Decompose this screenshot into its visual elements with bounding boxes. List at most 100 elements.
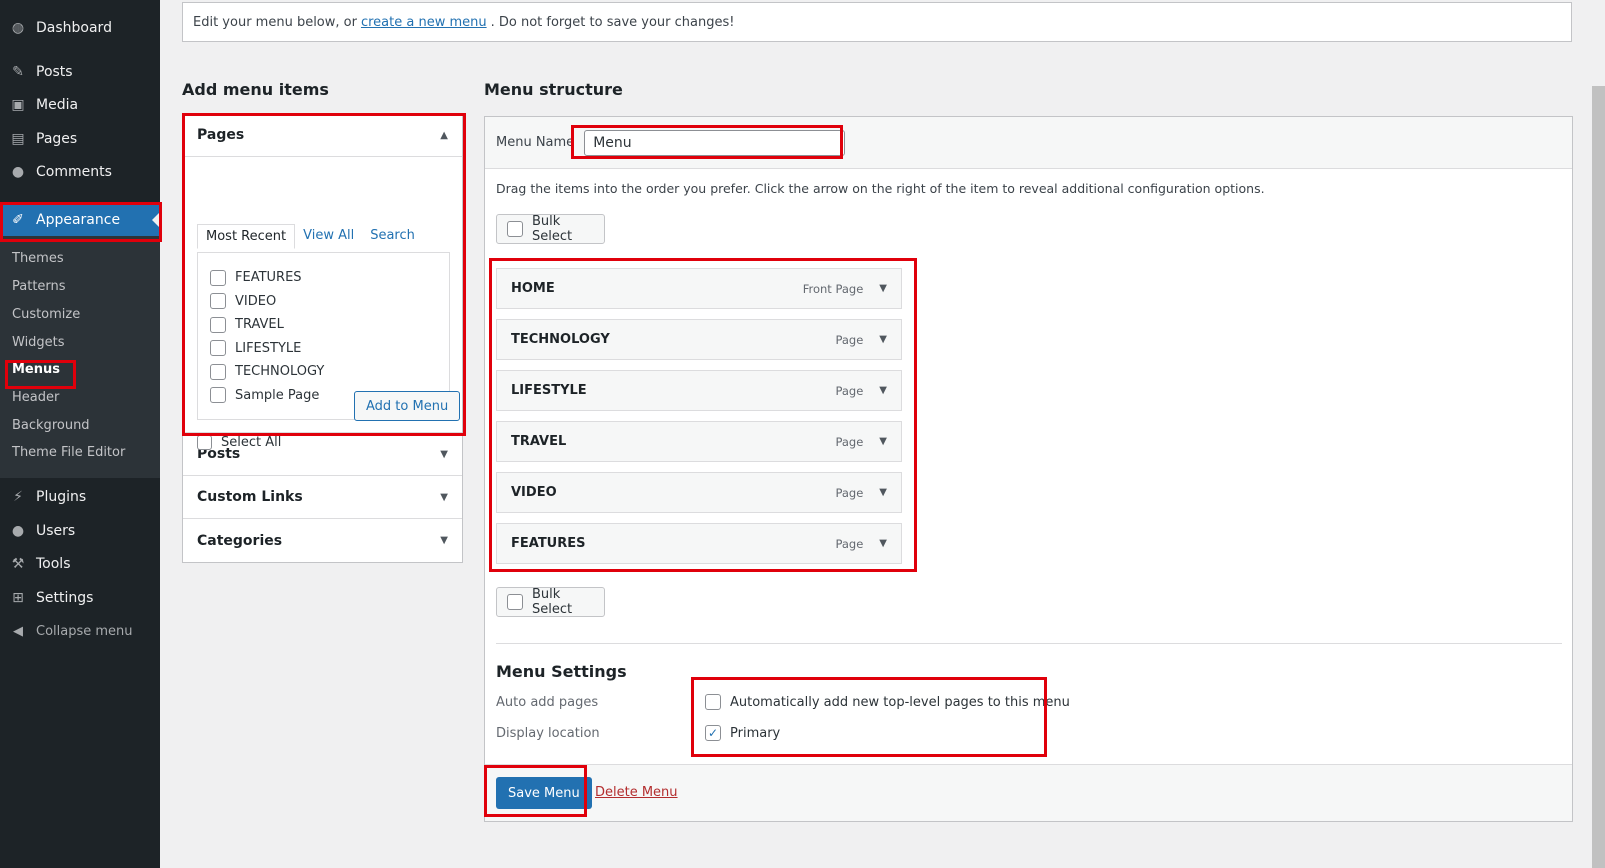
- delete-menu-link[interactable]: Delete Menu: [595, 785, 678, 800]
- checkbox[interactable]: [507, 594, 523, 610]
- submenu-background[interactable]: Background: [12, 416, 90, 436]
- save-menu-button[interactable]: Save Menu: [496, 777, 592, 809]
- sidebar-item-pages[interactable]: ▤ Pages: [0, 122, 160, 156]
- sidebar-item-appearance[interactable]: ✐ Appearance: [0, 203, 160, 237]
- menu-item-video[interactable]: VIDEO Page ▼: [496, 472, 902, 513]
- menu-item-travel[interactable]: TRAVEL Page ▼: [496, 421, 902, 462]
- collapse-menu-button[interactable]: ◀ Collapse menu: [0, 614, 160, 648]
- pages-section-header[interactable]: Pages ▲: [183, 114, 462, 157]
- sidebar-item-tools[interactable]: ⚒ Tools: [0, 547, 160, 581]
- tab-view-all[interactable]: View All: [295, 224, 362, 249]
- wrench-icon: ⚒: [11, 556, 25, 572]
- collapse-icon: ◀: [13, 623, 23, 639]
- bulk-select-button[interactable]: Bulk Select: [496, 587, 605, 617]
- sidebar-item-plugins[interactable]: ⚡ Plugins: [0, 480, 160, 514]
- menu-item-type: Page ▼: [835, 384, 887, 398]
- page-scrollbar[interactable]: [1592, 86, 1605, 868]
- checkmark-icon[interactable]: ✓: [705, 725, 721, 741]
- tab-search[interactable]: Search: [362, 224, 423, 249]
- arrow-down-icon[interactable]: ▼: [879, 334, 887, 345]
- menu-item-home[interactable]: HOME Front Page ▼: [496, 268, 902, 309]
- menu-item-lifestyle[interactable]: LIFESTYLE Page ▼: [496, 370, 902, 411]
- appearance-submenu: Themes Patterns Customize Widgets Menus …: [0, 236, 160, 478]
- add-menu-items-heading: Add menu items: [182, 80, 329, 99]
- arrow-down-icon[interactable]: ▼: [879, 538, 887, 549]
- sidebar-item-settings[interactable]: ⊞ Settings: [0, 581, 160, 615]
- menu-name-row: Menu Name Menu: [485, 117, 1572, 169]
- menu-item-type-label: Page: [835, 332, 864, 347]
- arrow-down-icon: ▼: [440, 535, 448, 546]
- sidebar-item-posts[interactable]: ✎ Posts: [0, 55, 160, 89]
- sidebar-item-media[interactable]: ▣ Media: [0, 88, 160, 122]
- list-item[interactable]: LIFESTYLE: [198, 337, 449, 361]
- menu-name-input[interactable]: Menu: [584, 129, 846, 156]
- submenu-menus[interactable]: Menus: [12, 360, 60, 380]
- page-label: TECHNOLOGY: [235, 364, 325, 380]
- menu-item-type-label: Page: [835, 536, 864, 551]
- add-to-menu-button[interactable]: Add to Menu: [354, 391, 461, 421]
- submenu-patterns[interactable]: Patterns: [12, 277, 66, 297]
- dashboard-icon: ◍: [11, 20, 25, 36]
- sidebar-item-label: Tools: [36, 556, 71, 572]
- list-item[interactable]: TECHNOLOGY: [198, 360, 449, 384]
- list-item[interactable]: TRAVEL: [198, 313, 449, 337]
- menu-structure-panel: Menu Name Menu Drag the items into the o…: [484, 116, 1573, 822]
- menu-item-title: FEATURES: [511, 536, 586, 551]
- auto-add-label: Auto add pages: [496, 695, 599, 710]
- checkbox[interactable]: [197, 435, 212, 450]
- checkbox[interactable]: [210, 293, 226, 310]
- list-item[interactable]: FEATURES: [198, 266, 449, 290]
- page-label: VIDEO: [235, 293, 277, 309]
- arrow-down-icon[interactable]: ▼: [879, 283, 887, 294]
- arrow-up-icon: ▲: [440, 129, 448, 141]
- select-all-checkbox[interactable]: Select All: [197, 435, 281, 450]
- menu-item-title: TRAVEL: [511, 434, 567, 449]
- tab-most-recent[interactable]: Most Recent: [197, 224, 296, 249]
- page-label: FEATURES: [235, 270, 302, 286]
- sidebar-item-label: Dashboard: [36, 20, 112, 36]
- categories-section-header[interactable]: Categories ▼: [183, 519, 462, 562]
- auto-add-option[interactable]: Automatically add new top-level pages to…: [705, 694, 1070, 710]
- sidebar-item-label: Plugins: [36, 489, 87, 505]
- submenu-header[interactable]: Header: [12, 388, 59, 408]
- menu-footer: Save Menu Delete Menu: [485, 764, 1572, 821]
- checkbox[interactable]: [507, 221, 523, 237]
- submenu-customize[interactable]: Customize: [12, 305, 80, 325]
- checkbox[interactable]: [210, 387, 226, 404]
- arrow-down-icon: ▼: [440, 448, 448, 460]
- create-new-menu-link[interactable]: create a new menu: [361, 15, 487, 30]
- sidebar-item-comments[interactable]: ● Comments: [0, 155, 160, 189]
- edit-menu-notice: Edit your menu below, or create a new me…: [182, 2, 1572, 42]
- submenu-themes[interactable]: Themes: [12, 249, 64, 269]
- submenu-widgets[interactable]: Widgets: [12, 333, 65, 353]
- menu-item-title: TECHNOLOGY: [511, 332, 610, 347]
- checkbox[interactable]: [210, 363, 226, 380]
- sidebar-item-users[interactable]: ● Users: [0, 514, 160, 548]
- location-primary-option[interactable]: ✓ Primary: [705, 725, 780, 741]
- bulk-select-button[interactable]: Bulk Select: [496, 214, 605, 244]
- bulk-select-label: Bulk Select: [532, 587, 573, 617]
- checkbox[interactable]: [210, 340, 226, 357]
- menu-item-features[interactable]: FEATURES Page ▼: [496, 523, 902, 564]
- checkbox[interactable]: [705, 694, 721, 710]
- custom-links-section-header[interactable]: Custom Links ▼: [183, 476, 462, 519]
- menu-item-type: Page ▼: [835, 435, 887, 449]
- checkbox[interactable]: [210, 316, 226, 333]
- arrow-down-icon[interactable]: ▼: [879, 436, 887, 447]
- menu-item-type: Page ▼: [835, 333, 887, 347]
- checkbox[interactable]: [210, 269, 226, 286]
- menu-item-technology[interactable]: TECHNOLOGY Page ▼: [496, 319, 902, 360]
- submenu-theme-file-editor[interactable]: Theme File Editor: [12, 443, 125, 463]
- custom-links-section-title: Custom Links: [197, 489, 303, 505]
- pages-section-title: Pages: [197, 127, 245, 143]
- admin-sidebar: ◍ Dashboard ✎ Posts ▣ Media ▤ Pages ● Co…: [0, 0, 160, 868]
- menu-structure-heading: Menu structure: [484, 80, 623, 99]
- sidebar-item-label: Appearance: [36, 212, 121, 228]
- select-all-label: Select All: [221, 435, 282, 450]
- arrow-down-icon[interactable]: ▼: [879, 385, 887, 396]
- menu-item-type-label: Page: [835, 434, 864, 449]
- settings-icon: ⊞: [12, 590, 24, 606]
- arrow-down-icon[interactable]: ▼: [879, 487, 887, 498]
- sidebar-item-dashboard[interactable]: ◍ Dashboard: [0, 11, 160, 45]
- list-item[interactable]: VIDEO: [198, 290, 449, 314]
